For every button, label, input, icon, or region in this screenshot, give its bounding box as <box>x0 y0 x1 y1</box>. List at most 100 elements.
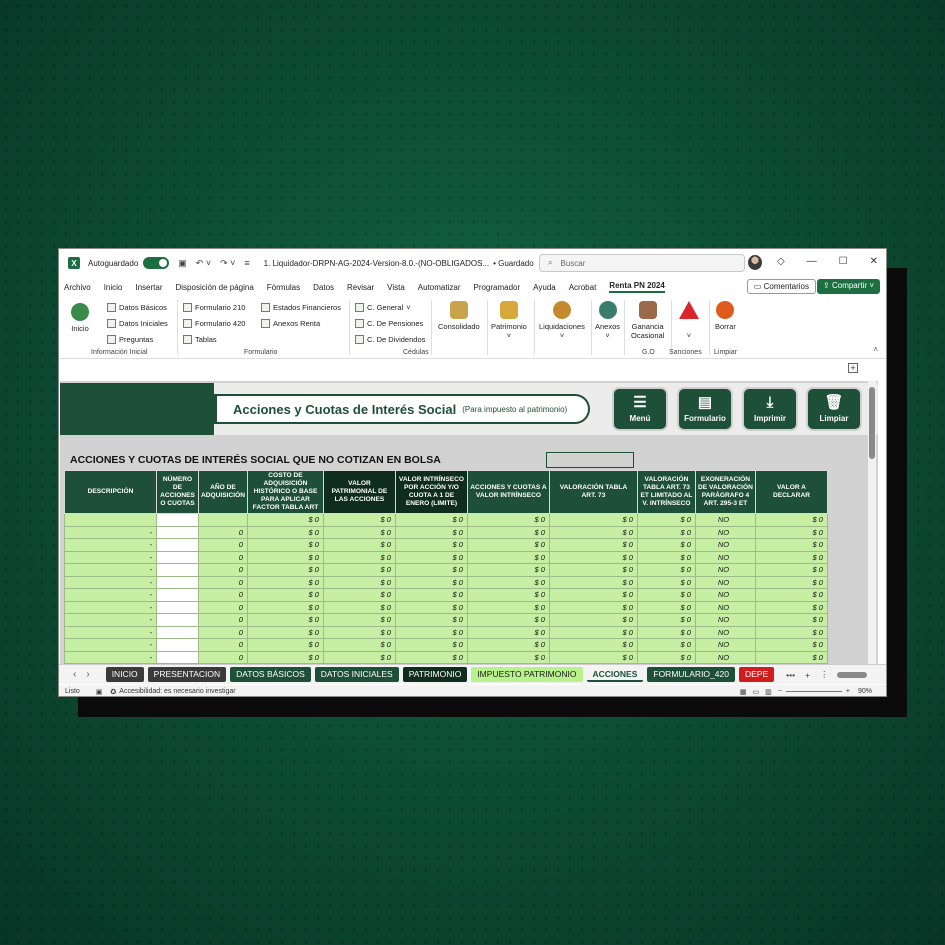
cell-numero[interactable] <box>156 513 199 527</box>
cell-valor-intrinseco[interactable]: $ 0 <box>394 613 468 627</box>
cell-exoneracion[interactable]: NO <box>694 600 756 614</box>
formulario-button[interactable]: ▤ Formulario <box>677 387 733 431</box>
horizontal-scrollbar[interactable] <box>836 671 867 678</box>
cell-acciones-valor[interactable]: $ 0 <box>466 513 550 527</box>
redo-icon[interactable]: ↷ ˅ <box>220 258 235 269</box>
cell-descripcion[interactable]: - <box>64 525 157 539</box>
cell-valoracion-limitado[interactable]: $ 0 <box>636 550 696 564</box>
ganancia-ocasional-button[interactable]: Ganancia Ocasional <box>631 301 664 340</box>
datos-basicos-button[interactable]: Datos Básicos <box>107 303 167 312</box>
share-button[interactable]: ⇪ Compartir ˅ <box>817 279 880 294</box>
cell-valor-declarar[interactable]: $ 0 <box>754 525 828 539</box>
cell-exoneracion[interactable]: NO <box>694 575 756 589</box>
cell-valoracion-limitado[interactable]: $ 0 <box>636 613 696 627</box>
cell-valor-patrimonial[interactable]: $ 0 <box>322 650 396 664</box>
search-input[interactable]: ⌕ Buscar <box>539 254 745 272</box>
cell-numero[interactable] <box>156 638 199 652</box>
page-break-icon[interactable]: ▥ <box>765 688 772 696</box>
cell-acciones-valor[interactable]: $ 0 <box>466 538 550 552</box>
cell-ano[interactable]: 0 <box>198 575 248 589</box>
cell-valoracion-limitado[interactable]: $ 0 <box>636 525 696 539</box>
cell-acciones-valor[interactable]: $ 0 <box>466 588 550 602</box>
cell-exoneracion[interactable]: NO <box>694 563 756 577</box>
cell-descripcion[interactable]: - <box>64 613 157 627</box>
menu-vista[interactable]: Vista <box>387 283 405 292</box>
undo-icon[interactable]: ↶ ˅ <box>196 258 211 269</box>
cell-exoneracion[interactable]: NO <box>694 638 756 652</box>
customize-icon[interactable]: ≡ <box>244 258 249 268</box>
cell-valor-intrinseco[interactable]: $ 0 <box>394 600 468 614</box>
cell-ano[interactable]: 0 <box>198 588 248 602</box>
tab-impuesto-patrimonio[interactable]: IMPUESTO PATRIMONIO <box>471 667 583 682</box>
zoom-out-icon[interactable]: − <box>778 688 782 695</box>
cell-valor-patrimonial[interactable]: $ 0 <box>322 625 396 639</box>
cell-valoracion-limitado[interactable]: $ 0 <box>636 588 696 602</box>
cell-acciones-valor[interactable]: $ 0 <box>466 613 550 627</box>
cell-acciones-valor[interactable]: $ 0 <box>466 575 550 589</box>
cell-valor-intrinseco[interactable]: $ 0 <box>394 563 468 577</box>
cell-costo[interactable]: $ 0 <box>246 550 324 564</box>
avatar[interactable] <box>748 255 762 270</box>
liquidaciones-button[interactable]: Liquidaciones ˅ <box>539 301 585 340</box>
c-pensiones-button[interactable]: C. De Pensiones <box>355 319 423 328</box>
vertical-scrollbar[interactable] <box>868 381 876 664</box>
tab-depe[interactable]: DEPE <box>738 667 775 682</box>
more-tabs-icon[interactable]: ••• <box>786 670 795 680</box>
cell-valor-declarar[interactable]: $ 0 <box>754 625 828 639</box>
cell-ano[interactable] <box>198 513 248 527</box>
menu-ayuda[interactable]: Ayuda <box>533 283 556 292</box>
add-sheet-icon[interactable]: + <box>805 670 810 680</box>
cell-numero[interactable] <box>156 575 199 589</box>
selected-cell[interactable] <box>546 452 634 468</box>
cell-valoracion-limitado[interactable]: $ 0 <box>636 650 696 664</box>
limpiar-button[interactable]: 🗑 Limpiar <box>806 387 862 431</box>
tab-next-icon[interactable]: › <box>86 669 89 680</box>
cell-valor-patrimonial[interactable]: $ 0 <box>322 563 396 577</box>
cell-valor-intrinseco[interactable]: $ 0 <box>394 575 468 589</box>
save-icon[interactable]: ▣ <box>178 258 187 269</box>
cell-exoneracion[interactable]: NO <box>694 525 756 539</box>
cell-acciones-valor[interactable]: $ 0 <box>466 525 550 539</box>
cell-ano[interactable]: 0 <box>198 563 248 577</box>
zoom-level[interactable]: 90% <box>858 688 872 695</box>
cell-valor-patrimonial[interactable]: $ 0 <box>322 638 396 652</box>
imprimir-button[interactable]: ⤓ Imprimir <box>742 387 798 431</box>
borrar-button[interactable]: Borrar <box>715 301 736 331</box>
cell-ano[interactable]: 0 <box>198 650 248 664</box>
cell-costo[interactable]: $ 0 <box>246 525 324 539</box>
tab-acciones[interactable]: ACCIONES <box>586 667 644 682</box>
patrimonio-button[interactable]: Patrimonio ˅ <box>491 301 527 340</box>
cell-exoneracion[interactable]: NO <box>694 550 756 564</box>
cell-acciones-valor[interactable]: $ 0 <box>466 600 550 614</box>
page-layout-icon[interactable]: ▭ <box>753 688 760 696</box>
menu-revisar[interactable]: Revisar <box>347 283 374 292</box>
cell-valor-declarar[interactable]: $ 0 <box>754 613 828 627</box>
menu-automatizar[interactable]: Automatizar <box>418 283 461 292</box>
tab-datos-iniciales[interactable]: DATOS INICIALES <box>314 667 399 682</box>
cell-numero[interactable] <box>156 625 199 639</box>
cell-valor-declarar[interactable]: $ 0 <box>754 513 828 527</box>
cell-valoracion-limitado[interactable]: $ 0 <box>636 625 696 639</box>
cell-valoracion[interactable]: $ 0 <box>548 600 638 614</box>
menu-button[interactable]: ☰ Menú <box>612 387 668 431</box>
cell-descripcion[interactable]: - <box>64 538 157 552</box>
cell-descripcion[interactable]: - <box>64 588 157 602</box>
collapse-ribbon-icon[interactable]: ˄ <box>873 345 878 354</box>
cell-valoracion[interactable]: $ 0 <box>548 575 638 589</box>
cell-costo[interactable]: $ 0 <box>246 613 324 627</box>
cell-valor-declarar[interactable]: $ 0 <box>754 563 828 577</box>
cell-valor-intrinseco[interactable]: $ 0 <box>394 550 468 564</box>
cell-valor-intrinseco[interactable]: $ 0 <box>394 513 468 527</box>
menu-datos[interactable]: Datos <box>313 283 334 292</box>
menu-disposicion[interactable]: Disposición de página <box>176 283 254 292</box>
cell-descripcion[interactable]: - <box>64 575 157 589</box>
menu-programador[interactable]: Programador <box>473 283 520 292</box>
cell-valoracion-limitado[interactable]: $ 0 <box>636 563 696 577</box>
cell-numero[interactable] <box>156 538 199 552</box>
cell-valoracion[interactable]: $ 0 <box>548 588 638 602</box>
diamond-icon[interactable]: ◇ <box>777 256 785 267</box>
cell-valoracion[interactable]: $ 0 <box>548 638 638 652</box>
cell-acciones-valor[interactable]: $ 0 <box>466 550 550 564</box>
zoom-slider[interactable] <box>785 691 842 692</box>
cell-ano[interactable]: 0 <box>198 550 248 564</box>
